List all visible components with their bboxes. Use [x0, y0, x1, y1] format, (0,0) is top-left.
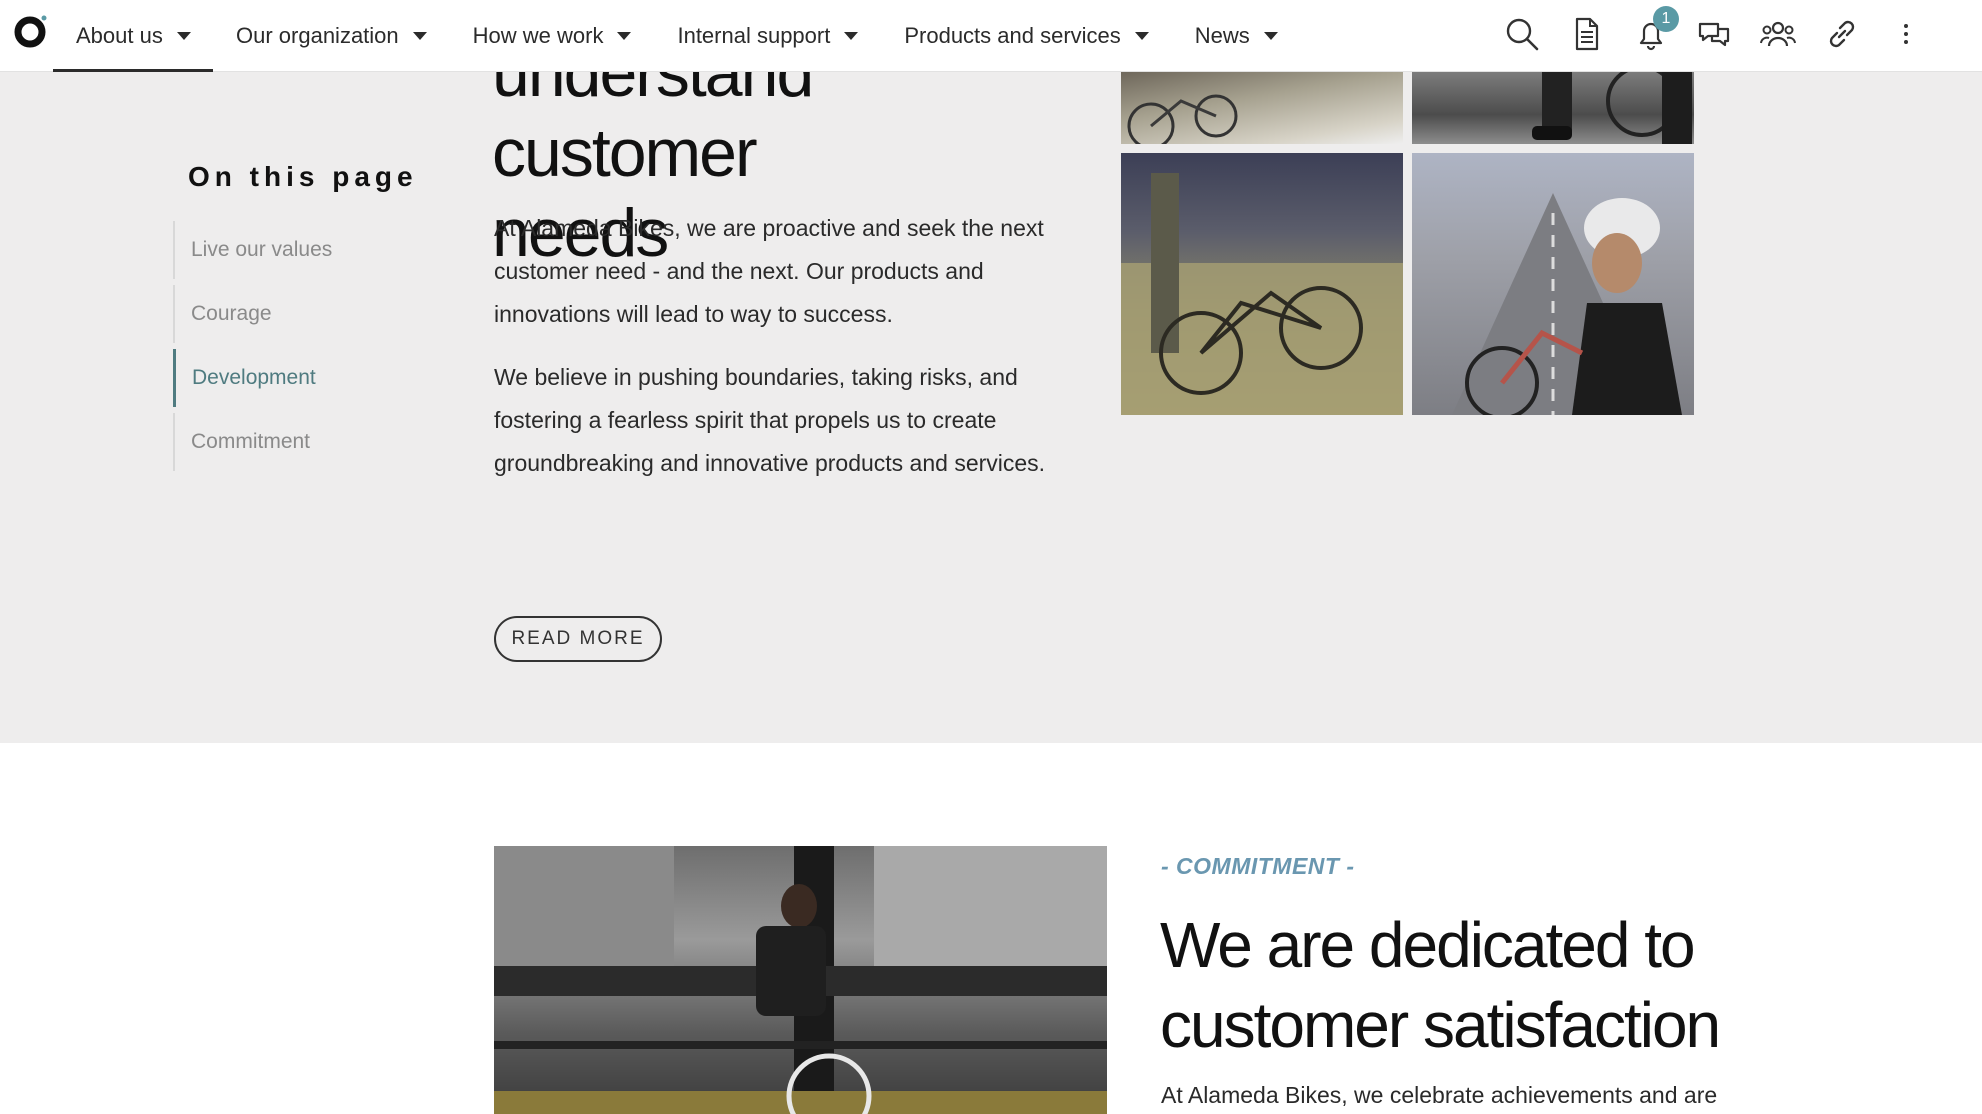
nav-products-and-services[interactable]: Products and services	[881, 0, 1171, 71]
nav-label: Internal support	[677, 22, 831, 48]
read-more-button[interactable]: READ MORE	[494, 616, 662, 662]
toc-item-label: Live our values	[191, 238, 333, 261]
search-icon[interactable]	[1498, 10, 1546, 58]
more-vertical-icon[interactable]	[1882, 10, 1930, 58]
section-eyebrow: - COMMITMENT -	[1161, 853, 1355, 879]
main-nav: About us Our organization How we work In…	[53, 0, 1301, 72]
nav-label: Our organization	[236, 22, 399, 48]
document-icon[interactable]	[1562, 10, 1610, 58]
heading-line: understand customer	[492, 71, 814, 191]
city-cyclist-photo	[494, 846, 1107, 1114]
on-this-page-nav: Live our values Courage Development Comm…	[173, 221, 332, 477]
parked-bike-photo	[1121, 153, 1403, 415]
nav-label: How we work	[472, 22, 604, 48]
chevron-down-icon	[617, 31, 632, 40]
header-tools: 1	[1482, 0, 1982, 71]
toc-item-label: Development	[192, 366, 316, 389]
nav-internal-support[interactable]: Internal support	[654, 0, 881, 71]
toc-item-commitment[interactable]: Commitment	[173, 413, 332, 471]
nav-label: About us	[76, 22, 163, 48]
chat-icon[interactable]	[1690, 10, 1738, 58]
bell-icon[interactable]: 1	[1627, 6, 1679, 58]
top-navigation-bar: About us Our organization How we work In…	[0, 0, 1982, 72]
nav-label: News	[1194, 22, 1250, 48]
section-heading: We are dedicated to customer satisfactio…	[1160, 909, 1721, 1061]
link-icon[interactable]	[1818, 10, 1866, 58]
chevron-down-icon	[844, 31, 859, 40]
chevron-down-icon	[1134, 31, 1149, 40]
logo[interactable]	[14, 14, 48, 48]
section-paragraph: At Alameda Bikes, we celebrate achieveme…	[1161, 1082, 1718, 1108]
toc-item-courage[interactable]: Courage	[173, 285, 332, 343]
chevron-down-icon	[412, 31, 427, 40]
nav-about-us[interactable]: About us	[53, 0, 213, 72]
cyclist-selfie-photo	[1412, 153, 1694, 415]
toc-item-development[interactable]: Development	[173, 349, 332, 407]
chevron-down-icon	[176, 31, 191, 40]
nav-our-organization[interactable]: Our organization	[213, 0, 450, 71]
toc-item-label: Commitment	[191, 430, 311, 453]
section-paragraph: We believe in pushing boundaries, taking…	[494, 364, 1046, 476]
cyclists-photo	[1121, 71, 1403, 144]
nav-news[interactable]: News	[1172, 0, 1301, 71]
rider-wheel-photo	[1412, 71, 1694, 144]
nav-how-we-work[interactable]: How we work	[450, 0, 655, 71]
people-icon[interactable]	[1754, 10, 1802, 58]
toc-title: On this page	[188, 161, 418, 192]
development-section: On this page Live our values Courage Dev…	[0, 71, 1982, 743]
notification-badge: 1	[1653, 6, 1679, 32]
nav-label: Products and services	[904, 22, 1121, 48]
toc-item-label: Courage	[191, 302, 272, 325]
toc-item-live-our-values[interactable]: Live our values	[173, 221, 332, 279]
commitment-section: - COMMITMENT - We are dedicated to custo…	[0, 743, 1982, 1114]
section-paragraph: At Alameda Bikes, we are proactive and s…	[494, 215, 1044, 327]
chevron-down-icon	[1263, 31, 1278, 40]
